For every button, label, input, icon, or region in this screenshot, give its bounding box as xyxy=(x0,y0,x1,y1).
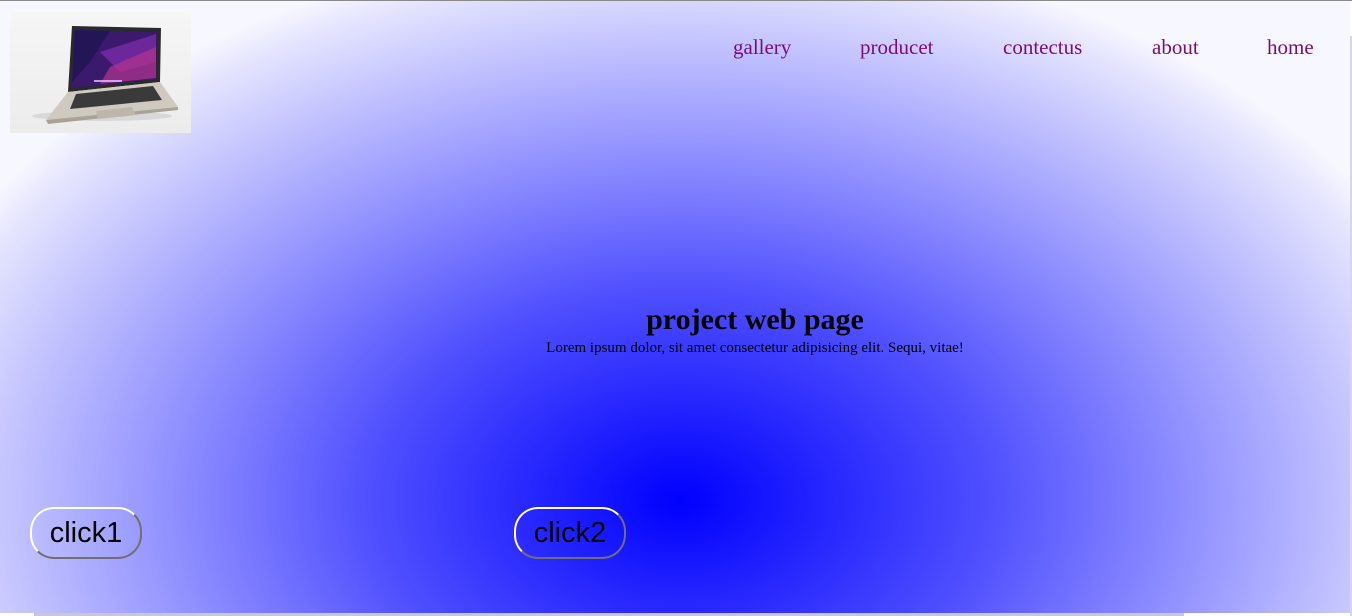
nav-item-contectus[interactable]: contectus xyxy=(1003,35,1082,60)
nav-item-about[interactable]: about xyxy=(1152,35,1199,60)
click1-button[interactable]: click1 xyxy=(30,507,142,559)
hero-description: Lorem ipsum dolor, sit amet consectetur … xyxy=(546,340,964,356)
nav-item-gallery[interactable]: gallery xyxy=(733,35,791,60)
page-background: gallery producet contectus about home pr… xyxy=(0,1,1350,613)
nav-item-producet[interactable]: producet xyxy=(860,35,933,60)
click2-button[interactable]: click2 xyxy=(514,507,626,559)
nav-item-home[interactable]: home xyxy=(1267,35,1314,60)
laptop-icon xyxy=(32,26,178,124)
laptop-logo-image xyxy=(10,12,191,133)
hero-title: project web page xyxy=(646,303,864,336)
